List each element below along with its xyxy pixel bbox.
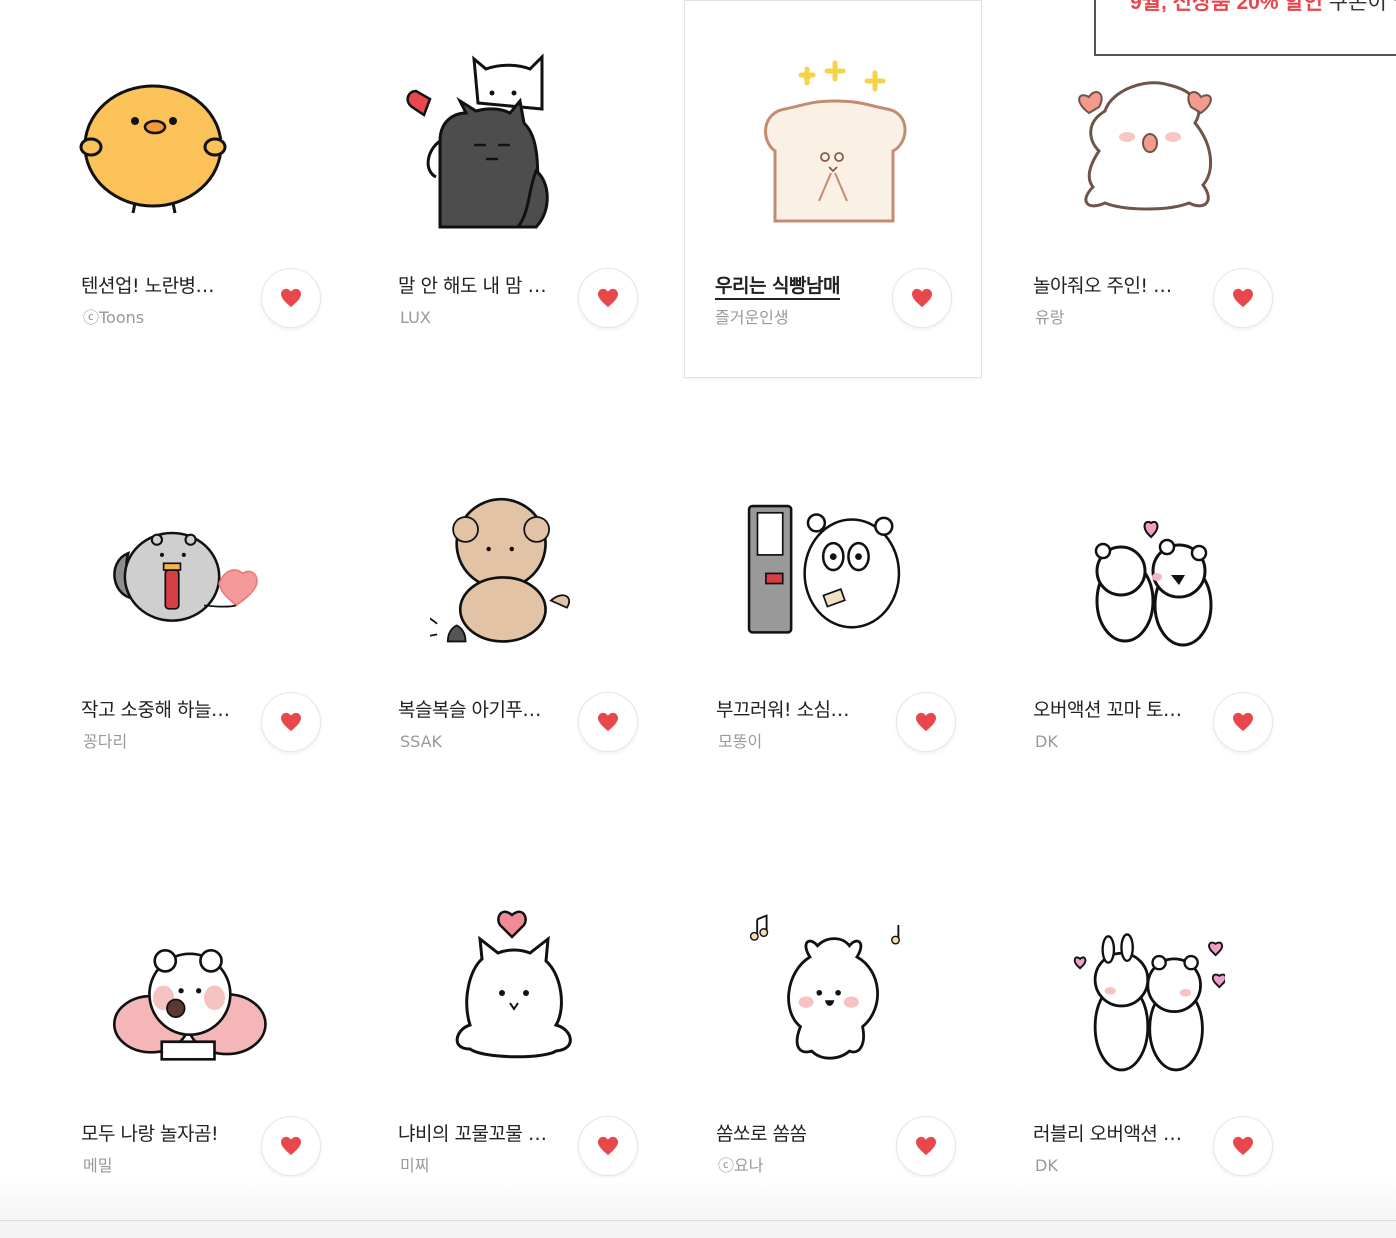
sticker-author: 미찌 bbox=[400, 1156, 430, 1175]
heart-icon bbox=[281, 288, 301, 308]
sticker-author: LUX bbox=[400, 308, 431, 327]
coupon-banner-text: 9월, 전상품 20% 할인 쿠폰이 발 bbox=[1130, 0, 1396, 18]
sticker-title[interactable]: 쏨쏘로 쏨쏨 bbox=[716, 1119, 876, 1149]
sticker-card[interactable]: 러블리 오버액션 … DK bbox=[954, 848, 1273, 1226]
poodle-bell-sticker-icon[interactable] bbox=[430, 475, 590, 655]
like-button[interactable] bbox=[261, 1116, 321, 1176]
like-button[interactable] bbox=[578, 1116, 638, 1176]
like-button[interactable] bbox=[896, 692, 956, 752]
sticker-author: DK bbox=[1035, 732, 1058, 751]
sticker-author: ⓒ요나 bbox=[718, 1156, 764, 1175]
sticker-title[interactable]: 말 안 해도 내 맘 … bbox=[398, 271, 558, 301]
sticker-title[interactable]: 놀아줘오 주인! … bbox=[1033, 271, 1193, 301]
sticker-title[interactable]: 텐션업! 노란병… bbox=[81, 271, 241, 301]
puppy-with-hearts-sticker-icon[interactable] bbox=[1065, 51, 1225, 231]
heart-icon bbox=[916, 712, 936, 732]
white-and-black-cat-sticker-icon[interactable] bbox=[390, 51, 550, 231]
sticker-title[interactable]: 냐비의 꼬물꼬물 … bbox=[398, 1119, 558, 1149]
sticker-card[interactable]: 우리는 식빵남매 즐거운인생 bbox=[684, 0, 982, 378]
sticker-grid: 텐션업! 노란병… ⓒToons 말 안 해도 내 맘 … LUX 우리는 식빵… bbox=[0, 0, 1396, 1238]
heart-icon bbox=[281, 712, 301, 732]
sticker-card[interactable]: 텐션업! 노란병… ⓒToons bbox=[2, 0, 321, 378]
like-button[interactable] bbox=[261, 268, 321, 328]
sticker-card[interactable]: 모두 나랑 놀자곰! 메밀 bbox=[2, 848, 321, 1226]
sticker-author: 꽁다리 bbox=[83, 732, 128, 751]
sticker-card[interactable]: 오버액션 꼬마 토… DK bbox=[954, 424, 1273, 802]
squirrel-with-heart-sticker-icon[interactable] bbox=[103, 475, 263, 655]
like-button[interactable] bbox=[896, 1116, 956, 1176]
yellow-chick-sticker-icon[interactable] bbox=[73, 51, 233, 231]
sticker-author: DK bbox=[1035, 1156, 1058, 1175]
sticker-card[interactable]: 놀아줘오 주인! … 유랑 bbox=[954, 0, 1273, 378]
sticker-author: 즐거운인생 bbox=[715, 308, 789, 327]
sticker-author: 모똥이 bbox=[718, 732, 763, 751]
like-button[interactable] bbox=[578, 268, 638, 328]
like-button[interactable] bbox=[1213, 692, 1273, 752]
sticker-card[interactable]: 작고 소중해 하늘… 꽁다리 bbox=[2, 424, 321, 802]
sticker-card[interactable]: 복슬복슬 아기푸… SSAK bbox=[319, 424, 638, 802]
sticker-title[interactable]: 러블리 오버액션 … bbox=[1033, 1119, 1193, 1149]
heart-icon bbox=[1233, 712, 1253, 732]
sticker-author: 메밀 bbox=[83, 1156, 113, 1175]
sticker-card[interactable]: 부끄러워! 소심… 모똥이 bbox=[637, 424, 956, 802]
heart-icon bbox=[598, 712, 618, 732]
pomeranian-music-sticker-icon[interactable] bbox=[744, 899, 904, 1079]
sticker-title[interactable]: 오버액션 꼬마 토… bbox=[1033, 695, 1193, 725]
sticker-card[interactable]: 쏨쏘로 쏨쏨 ⓒ요나 bbox=[637, 848, 956, 1226]
bottom-bar bbox=[0, 1221, 1396, 1238]
sticker-author: ⓒToons bbox=[83, 308, 145, 327]
heart-icon bbox=[598, 288, 618, 308]
heart-icon bbox=[281, 1136, 301, 1156]
sticker-title[interactable]: 우리는 식빵남매 bbox=[715, 271, 840, 301]
sticker-author: 유랑 bbox=[1035, 308, 1065, 327]
heart-icon bbox=[598, 1136, 618, 1156]
like-button[interactable] bbox=[261, 692, 321, 752]
heart-icon bbox=[912, 288, 932, 308]
bread-sticker-icon[interactable] bbox=[755, 51, 915, 231]
white-cat-heart-sticker-icon[interactable] bbox=[450, 899, 610, 1079]
like-button[interactable] bbox=[1213, 1116, 1273, 1176]
coupon-rest: 쿠폰이 발 bbox=[1328, 0, 1396, 14]
heart-icon bbox=[916, 1136, 936, 1156]
coupon-highlight: 9월, 전상품 20% 할인 bbox=[1130, 0, 1323, 14]
sticker-card[interactable]: 말 안 해도 내 맘 … LUX bbox=[319, 0, 638, 378]
sticker-title[interactable]: 복슬복슬 아기푸… bbox=[398, 695, 558, 725]
heart-icon bbox=[1233, 1136, 1253, 1156]
sticker-title[interactable]: 모두 나랑 놀자곰! bbox=[81, 1119, 241, 1149]
like-button[interactable] bbox=[892, 268, 952, 328]
kissing-bears-sticker-icon[interactable] bbox=[1075, 475, 1235, 655]
sticker-author: SSAK bbox=[400, 732, 443, 751]
bear-donut-sticker-icon[interactable] bbox=[109, 899, 291, 1079]
like-button[interactable] bbox=[1213, 268, 1273, 328]
heart-icon bbox=[1233, 288, 1253, 308]
bear-ticket-machine-sticker-icon[interactable] bbox=[744, 475, 904, 655]
sticker-title[interactable]: 작고 소중해 하늘… bbox=[81, 695, 241, 725]
hugging-bears-sticker-icon[interactable] bbox=[1065, 899, 1225, 1079]
coupon-banner[interactable]: 9월, 전상품 20% 할인 쿠폰이 발 bbox=[1094, 0, 1396, 56]
like-button[interactable] bbox=[578, 692, 638, 752]
sticker-title[interactable]: 부끄러워! 소심… bbox=[716, 695, 876, 725]
sticker-card[interactable]: 냐비의 꼬물꼬물 … 미찌 bbox=[319, 848, 638, 1226]
